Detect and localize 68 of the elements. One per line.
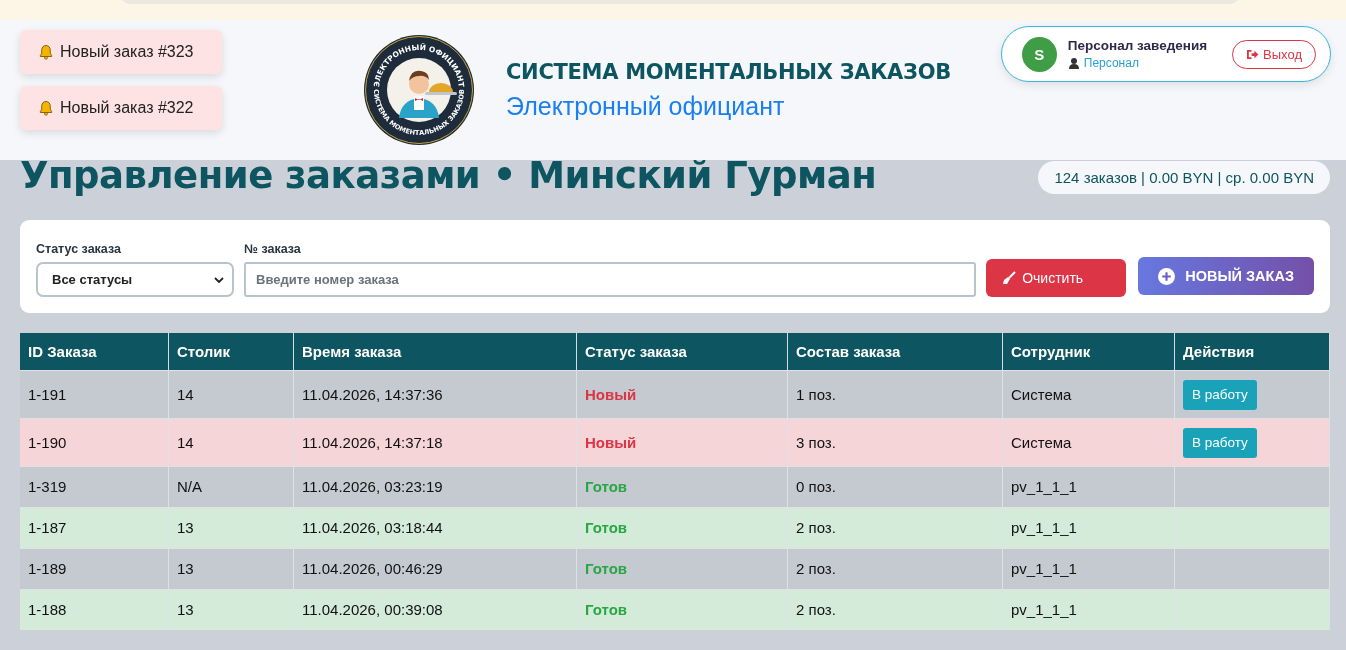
table-cell: pv_1_1_1 xyxy=(1002,548,1175,590)
column-header: Сотрудник xyxy=(1002,333,1175,371)
table-cell: 1 поз. xyxy=(787,370,1003,419)
field-label: № заказа xyxy=(244,242,302,256)
notification-toast[interactable]: Новый заказ #323 xyxy=(20,30,222,74)
table-cell: 1-190 xyxy=(20,418,169,467)
system-subtitle: Электронный официант xyxy=(506,91,786,121)
user-avatar: S xyxy=(1021,36,1057,72)
user-role[interactable]: Персонал xyxy=(1083,56,1139,70)
table-cell: 1-319 xyxy=(20,466,169,508)
table-cell: 11.04.2026, 00:39:08 xyxy=(293,589,577,630)
bell-icon xyxy=(38,44,54,60)
table-cell: 13 xyxy=(168,548,294,590)
table-cell: 11.04.2026, 03:18:44 xyxy=(293,507,577,549)
user-icon xyxy=(1067,57,1080,69)
column-header: Время заказа xyxy=(293,333,577,371)
table-cell: N/A xyxy=(168,466,294,508)
table-cell: 11.04.2026, 00:46:29 xyxy=(293,548,577,590)
table-cell: 1-188 xyxy=(20,589,169,630)
column-header: ID Заказа xyxy=(20,333,169,371)
column-header: Статус заказа xyxy=(576,333,788,371)
logout-button[interactable]: Выход xyxy=(1232,39,1316,69)
table-cell: 13 xyxy=(168,507,294,549)
table-cell: 11.04.2026, 03:23:19 xyxy=(293,466,577,508)
table-cell: 1-191 xyxy=(20,370,169,419)
status-cell: Новый xyxy=(576,370,788,419)
table-cell: 2 поз. xyxy=(787,507,1003,549)
column-header: Состав заказа xyxy=(787,333,1003,371)
page-title: Управление заказами • Минский Гурман xyxy=(20,154,877,197)
table-cell: 2 поз. xyxy=(787,548,1003,590)
table-cell: 2 поз. xyxy=(787,589,1003,630)
table-cell: 1-189 xyxy=(20,548,169,590)
broom-icon xyxy=(1002,271,1017,285)
bell-icon xyxy=(38,100,54,116)
plus-circle-icon xyxy=(1158,267,1176,285)
status-cell: Новый xyxy=(576,418,788,467)
chevron-icon xyxy=(214,276,224,283)
table-cell: 11.04.2026, 14:37:18 xyxy=(293,418,577,467)
table-cell: Система xyxy=(1002,370,1175,419)
table-cell: 1-187 xyxy=(20,507,169,549)
column-header: Действия xyxy=(1174,333,1330,371)
table-cell: 11.04.2026, 14:37:36 xyxy=(293,370,577,419)
notification-toast[interactable]: Новый заказ #322 xyxy=(20,86,222,130)
status-cell: Готов xyxy=(576,507,788,549)
logout-icon xyxy=(1246,48,1260,60)
take-order-button[interactable]: В работу xyxy=(1183,427,1257,458)
table-cell: 3 поз. xyxy=(787,418,1003,467)
clear-button[interactable]: Очистить xyxy=(986,259,1127,297)
status-select[interactable]: Все статусы xyxy=(36,262,234,297)
column-header: Столик xyxy=(168,333,294,371)
table-cell: 13 xyxy=(168,589,294,630)
user-name: Персонал заведения xyxy=(1067,38,1208,53)
table-cell: 14 xyxy=(168,370,294,419)
table-cell: pv_1_1_1 xyxy=(1002,507,1175,549)
status-cell: Готов xyxy=(576,466,788,508)
field-label: Статус заказа xyxy=(36,242,122,256)
table-cell: 0 поз. xyxy=(787,466,1003,508)
status-cell: Готов xyxy=(576,589,788,630)
new-order-button[interactable]: НОВЫЙ ЗАКАЗ xyxy=(1138,257,1314,295)
system-title: СИСТЕМА МОМЕНТАЛЬНЫХ ЗАКАЗОВ xyxy=(506,59,951,84)
orders-summary: 124 заказов | 0.00 BYN | ср. 0.00 BYN xyxy=(1038,161,1330,194)
status-cell: Готов xyxy=(576,548,788,590)
table-cell: pv_1_1_1 xyxy=(1002,589,1175,630)
take-order-button[interactable]: В работу xyxy=(1183,379,1257,410)
order-number-field[interactable]: Введите номер заказа xyxy=(244,262,977,297)
table-cell: Система xyxy=(1002,418,1175,467)
table-cell: 14 xyxy=(168,418,294,467)
table-cell: pv_1_1_1 xyxy=(1002,466,1175,508)
